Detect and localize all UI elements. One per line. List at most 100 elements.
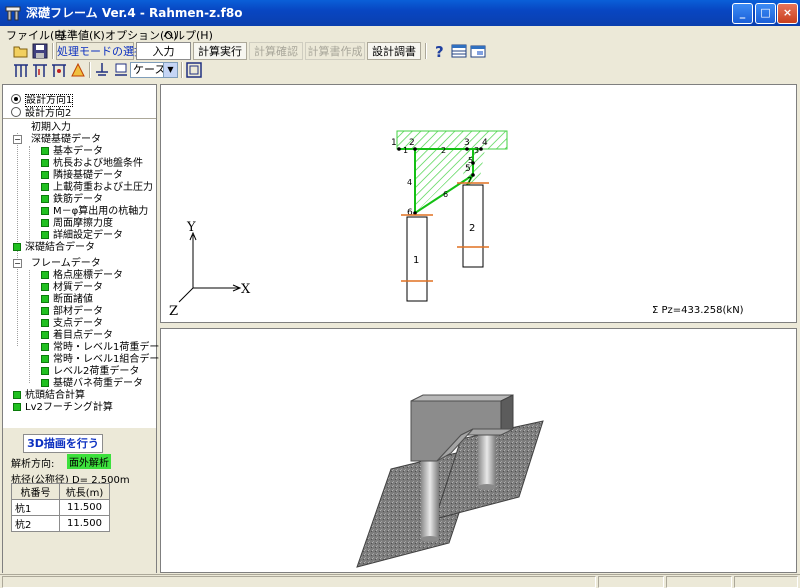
tree-item-basic-data[interactable]: 基本データ xyxy=(41,146,103,158)
tree-item-node-coords[interactable]: 格点座標データ xyxy=(41,270,123,282)
chevron-down-icon[interactable]: ▼ xyxy=(163,63,177,77)
tree-item-pile-length[interactable]: 杭長および地盤条件 xyxy=(41,158,143,170)
mode-input-button[interactable]: 入力 xyxy=(136,42,191,60)
tree-item-combination[interactable]: 深礎結合データ xyxy=(13,242,95,254)
fit-view-icon[interactable] xyxy=(185,61,203,79)
frame-2d-view[interactable]: Y X Z 1 2 3 4 5 6 1 2 3 4 5 6 7 1 2 Σ Pz… xyxy=(160,84,797,323)
draw-3d-button[interactable]: 3D描画を行う xyxy=(23,434,103,453)
table-cell: 11.500 xyxy=(59,499,110,516)
tree-item-section[interactable]: 断面諸値 xyxy=(41,294,93,306)
mode-calculate-button[interactable]: 計算実行 xyxy=(193,42,247,60)
status-square-icon xyxy=(41,271,49,279)
save-icon[interactable] xyxy=(31,42,49,60)
status-square-icon xyxy=(41,183,49,191)
tree-connector xyxy=(29,270,30,383)
info-panel: 3D描画を行う 解析方向: 面外解析 杭径(公称径) D= 2.500m 杭番号… xyxy=(3,428,156,573)
axis-label-z: Z xyxy=(169,304,178,319)
footing-top xyxy=(410,394,514,402)
status-square-icon xyxy=(41,355,49,363)
pile-table: 杭番号 杭長(m) 杭1 11.500 杭2 11.500 xyxy=(11,483,110,532)
help-icon[interactable]: ? xyxy=(431,42,449,60)
tree-connector xyxy=(17,133,18,346)
status-square-icon xyxy=(41,219,49,227)
render-3d-diagram xyxy=(356,394,544,568)
collapse-icon[interactable]: − xyxy=(13,259,22,268)
window-icon[interactable] xyxy=(469,42,487,60)
column-header: 杭番号 xyxy=(11,483,60,500)
table-cell: 杭1 xyxy=(11,499,60,516)
direction-radio-1[interactable]: 設計方向1 xyxy=(11,91,74,107)
status-cell xyxy=(2,576,596,588)
menu-help[interactable]: ヘルプ(H) xyxy=(163,27,213,43)
tree-item-member[interactable]: 部材データ xyxy=(41,306,103,318)
app-icon xyxy=(5,6,21,21)
tree-item-l2-load[interactable]: レベル2荷重データ xyxy=(41,366,139,378)
analysis-direction-label: 解析方向: xyxy=(11,459,55,470)
table-icon[interactable] xyxy=(450,42,468,60)
frame-icon[interactable] xyxy=(12,61,30,79)
tree-item-friction[interactable]: 周面摩擦力度 xyxy=(41,218,113,230)
status-square-icon xyxy=(41,367,49,375)
table-row[interactable]: 杭1 11.500 xyxy=(11,499,110,516)
tree-item-spring-load[interactable]: 基礎バネ荷重データ xyxy=(41,378,143,390)
status-square-icon xyxy=(41,331,49,339)
open-folder-icon[interactable] xyxy=(12,42,30,60)
tree-item-detail[interactable]: 詳細設定データ xyxy=(41,230,123,242)
collapse-icon[interactable]: − xyxy=(13,135,22,144)
tree-item-frame[interactable]: フレームデータ xyxy=(31,258,101,270)
mode-design-sheet-button[interactable]: 設計調書 xyxy=(367,42,421,60)
tree-item-m-phi[interactable]: M－φ算出用の杭軸力 xyxy=(41,206,148,218)
tree-item-focus-point[interactable]: 着目点データ xyxy=(41,330,113,342)
node-label: 4 xyxy=(482,138,488,148)
toolbar-separator xyxy=(52,43,54,59)
pile-2-base xyxy=(478,484,496,490)
toolbar-separator xyxy=(89,62,91,78)
status-square-icon xyxy=(13,391,21,399)
render-3d-view[interactable] xyxy=(160,328,797,573)
tree-item-pile-head[interactable]: 杭頭結合計算 xyxy=(13,390,85,402)
status-square-icon xyxy=(41,147,49,155)
load-icon[interactable] xyxy=(69,61,87,79)
frame-edit-icon[interactable] xyxy=(31,61,49,79)
table-row[interactable]: 杭2 11.500 xyxy=(11,515,110,532)
direction-radio-group: 設計方向1 設計方向2 xyxy=(3,85,156,119)
maximize-button[interactable]: □ xyxy=(755,3,776,24)
tree-item-support[interactable]: 支点データ xyxy=(41,318,103,330)
status-square-icon xyxy=(41,171,49,179)
status-bar xyxy=(0,574,800,588)
status-square-icon xyxy=(41,319,49,327)
mode-check-button: 計算確認 xyxy=(249,42,303,60)
window-title: 深礎フレーム Ver.4 - Rahmen-z.f8o xyxy=(26,6,243,20)
tree-item-l1-load[interactable]: 常時・レベル1荷重データ xyxy=(41,342,169,354)
direction-radio-2[interactable]: 設計方向2 xyxy=(11,104,71,119)
support-icon[interactable] xyxy=(93,61,111,79)
tree-item-deep-foundation[interactable]: 深礎基礎データ xyxy=(31,134,101,146)
tree-item-rebar[interactable]: 鉄筋データ xyxy=(41,194,103,206)
mode-report-button: 計算書作成 xyxy=(305,42,365,60)
pile-label: 2 xyxy=(469,223,475,234)
radio-checked-icon xyxy=(11,94,21,104)
menu-standard[interactable]: 基準値(K) xyxy=(56,27,105,43)
case-select[interactable]: ケース1 ▼ xyxy=(130,62,178,78)
tree-item-lv2-footing[interactable]: Lv2フーチング計算 xyxy=(13,402,113,414)
menu-bar: ファイル(F) 基準値(K) オプション(O) ヘルプ(H) xyxy=(0,26,800,42)
pile-1-3d xyxy=(421,451,439,539)
axis-label-y: Y xyxy=(186,220,196,235)
tree-item-adjacent[interactable]: 隣接基礎データ xyxy=(41,170,123,182)
status-square-icon xyxy=(41,283,49,291)
tree-item-material[interactable]: 材質データ xyxy=(41,282,103,294)
pile-label: 1 xyxy=(413,255,419,266)
close-button[interactable]: × xyxy=(777,3,798,24)
tree-item-surcharge[interactable]: 上載荷重および土圧力 xyxy=(41,182,153,194)
node-label: 1 xyxy=(391,138,397,148)
table-header-row: 杭番号 杭長(m) xyxy=(11,483,110,500)
tree-item-initial[interactable]: 初期入力 xyxy=(31,122,71,134)
spring-icon[interactable] xyxy=(112,61,130,79)
status-square-icon xyxy=(41,343,49,351)
radio-unchecked-icon xyxy=(11,107,21,117)
title-bar: 深礎フレーム Ver.4 - Rahmen-z.f8o _ □ × xyxy=(0,0,800,26)
minimize-button[interactable]: _ xyxy=(732,3,753,24)
frame-node-icon[interactable] xyxy=(50,61,68,79)
pile-1-base xyxy=(421,536,439,542)
tree-item-l1-combo[interactable]: 常時・レベル1組合データ xyxy=(41,354,169,366)
